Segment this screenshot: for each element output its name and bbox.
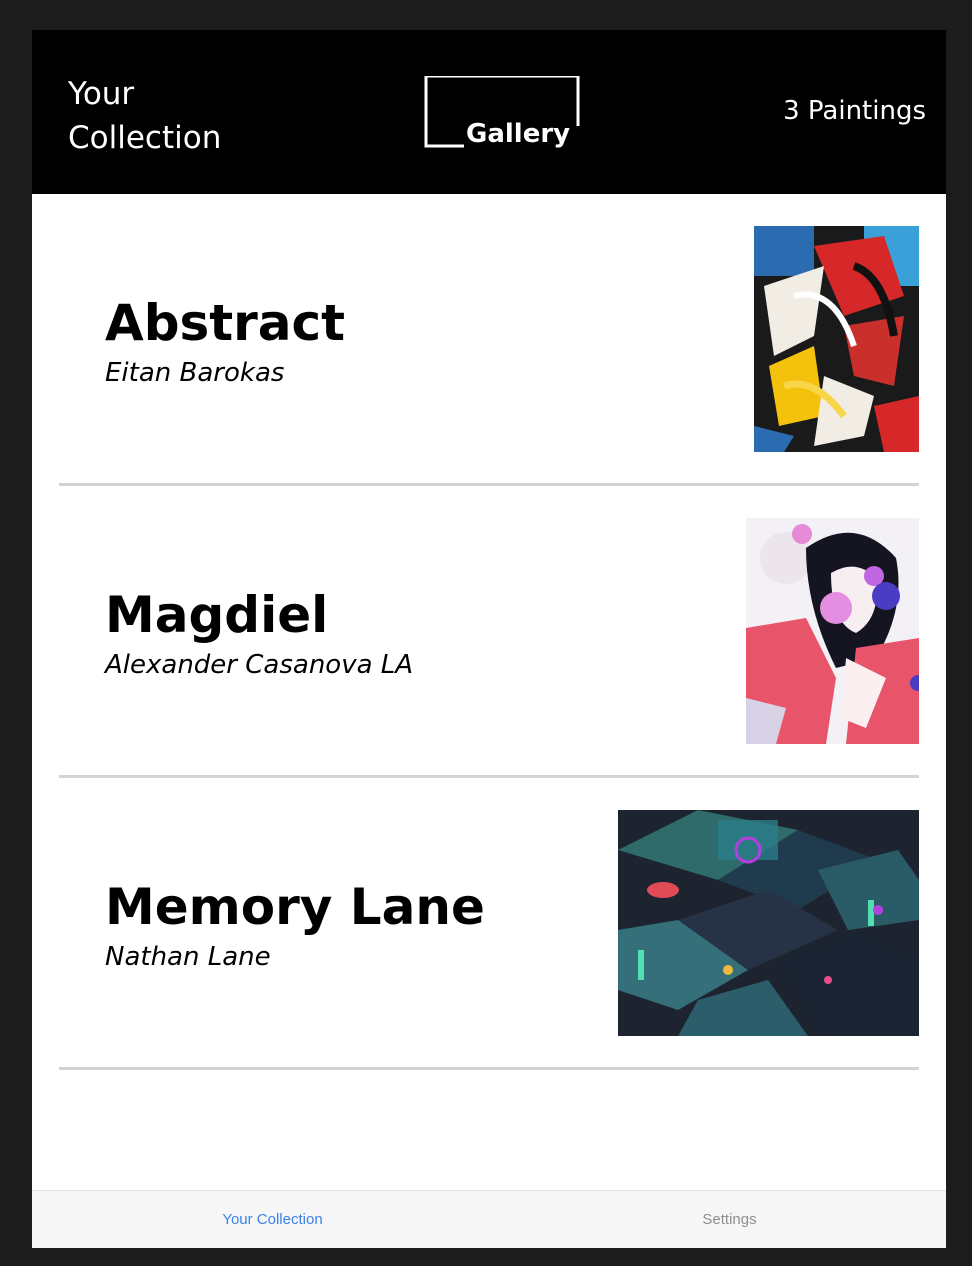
painting-title: Magdiel [105,586,329,644]
page-title: Your Collection [68,76,222,156]
header-bar: Your Collection Gallery 3 Paintings [32,30,946,194]
list-item[interactable]: Memory Lane Nathan Lane [59,778,919,1070]
painting-artist: Alexander Casanova LA [105,650,414,680]
app-window: Your Collection Gallery 3 Paintings Abst… [32,30,946,1248]
painting-artist: Nathan Lane [105,942,271,972]
gallery-logo: Gallery [424,74,580,149]
painting-thumbnail [618,810,919,1036]
tab-settings[interactable]: Settings [501,1211,946,1228]
painting-title: Memory Lane [105,878,485,936]
paintings-count: 3 Paintings [783,96,926,126]
painting-title: Abstract [105,294,346,352]
list-item[interactable]: Abstract Eitan Barokas [59,194,919,486]
painting-thumbnail [746,518,919,744]
logo-text: Gallery [466,119,570,148]
painting-thumbnail [754,226,919,452]
tab-your-collection[interactable]: Your Collection [44,1211,501,1228]
tab-bar: Your Collection Settings [32,1190,946,1248]
list-item[interactable]: Magdiel Alexander Casanova LA [59,486,919,778]
painting-artist: Eitan Barokas [105,358,285,388]
painting-list: Abstract Eitan Barokas Magdiel Alexander… [59,194,919,1070]
